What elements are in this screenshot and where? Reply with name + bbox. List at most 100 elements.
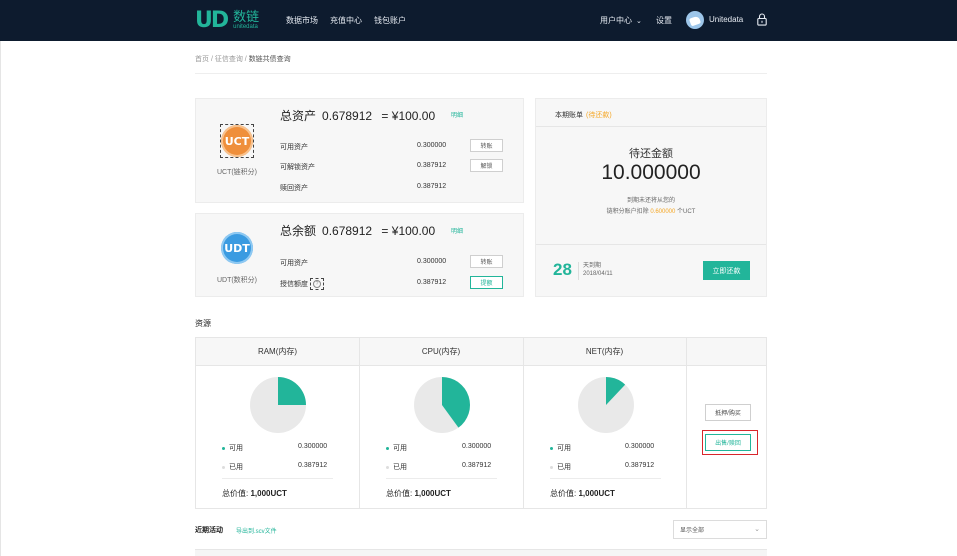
ram-used-value: 0.387912 [298, 462, 328, 469]
nav-recharge-center[interactable]: 充值中心 [330, 15, 362, 26]
ram-usage-pie [250, 377, 306, 433]
page-edge [0, 41, 1, 556]
bill-note-line1: 到期未还将从您的 [626, 198, 675, 204]
help-icon[interactable]: ? [310, 278, 324, 290]
user-center-menu[interactable]: 用户中心 ⌄ [600, 15, 642, 26]
filter-selected-value: 显示全部 [680, 528, 705, 534]
cpu-usage-pie [414, 377, 470, 433]
nav-wallet-account[interactable]: 钱包账户 [374, 15, 406, 26]
legend-dot-used [550, 465, 553, 469]
logo[interactable]: UD 数链 unitedata [195, 7, 259, 33]
divider [386, 478, 497, 479]
divider [686, 338, 687, 508]
net-available-label: 可用 [550, 443, 571, 453]
divider [222, 478, 333, 479]
net-total-value: 总价值: 1,000UCT [550, 489, 615, 498]
bill-note: 到期未还将从您的 链积分账户扣除 0.600000 个UCT [536, 196, 766, 218]
uct-coin-label: UCT(链积分) [216, 169, 258, 176]
breadcrumb: 首页 / 征信查询 / 数链共债查询 [195, 56, 291, 63]
udt-available-label: 可用资产 [280, 260, 308, 267]
user-center-label: 用户中心 [600, 16, 632, 25]
stake-buy-button[interactable]: 抵押/购买 [705, 404, 751, 421]
udt-total-amount: 0.678912 [322, 224, 373, 238]
export-csv-link[interactable]: 导出到.scv文件 [236, 526, 277, 535]
bill-note-suffix: 个UCT [677, 209, 696, 215]
column-header-ram: RAM(内存) [196, 338, 359, 366]
resources-section-title: 资源 [195, 319, 211, 328]
bill-title: 本期账单 [555, 112, 583, 119]
recent-activity-title: 近期活动 [195, 527, 223, 534]
legend-dot-available [222, 446, 225, 450]
divider [195, 73, 767, 74]
uct-available-label: 可用资产 [280, 144, 308, 151]
ram-total-value: 总价值: 1,000UCT [222, 489, 287, 498]
breadcrumb-current: 数链共债查询 [248, 56, 291, 63]
days-remaining: 28 [553, 260, 572, 279]
days-label: 天到期 [583, 263, 602, 269]
lock-icon[interactable] [757, 13, 767, 26]
sell-redeem-button[interactable]: 出售/赎回 [705, 434, 751, 451]
logo-mark: UD [195, 7, 229, 33]
bill-header: 本期账单 (待还款) [555, 110, 612, 120]
days-remaining-info: 天到期 2018/04/11 [583, 262, 613, 278]
legend-dot-available [386, 446, 389, 450]
udt-detail-link[interactable]: 明细 [451, 226, 463, 235]
uct-redeem-label: 赎回资产 [280, 185, 308, 192]
uct-total-amount: 0.678912 [322, 109, 373, 123]
activity-filter-select[interactable]: 显示全部 ⌄ [673, 520, 767, 539]
bill-note-amount: 0.600000 [650, 209, 676, 215]
bill-due-caption: 待还金额 [629, 148, 673, 160]
activity-table-header [195, 549, 767, 556]
cpu-available-value: 0.300000 [462, 443, 492, 450]
breadcrumb-home[interactable]: 首页 [195, 56, 209, 63]
uct-total-assets: 总资产 0.678912 = ¥100.00 [280, 107, 435, 124]
repay-now-button[interactable]: 立即还款 [703, 261, 750, 280]
column-header-actions [686, 338, 766, 366]
bill-note-prefix: 链积分账户扣除 [606, 209, 649, 215]
cpu-used-value: 0.387912 [462, 462, 492, 469]
divider [550, 478, 661, 479]
udt-credit-limit-value: 0.387912 [417, 279, 447, 286]
divider [578, 262, 579, 280]
raise-limit-button[interactable]: 提额 [470, 276, 503, 289]
udt-total-label: 总余额 [280, 224, 317, 238]
cpu-available-label: 可用 [386, 443, 407, 453]
ram-used-label: 已用 [222, 462, 243, 472]
udt-coin-label: UDT(数积分) [216, 277, 258, 284]
top-navbar: UD 数链 unitedata 数据市场 充值中心 钱包账户 用户中心 ⌄ 设置 … [0, 0, 957, 41]
udt-credit-limit-label: 授信额度? [280, 278, 324, 290]
chevron-down-icon: ⌄ [636, 18, 642, 25]
ram-available-value: 0.300000 [298, 443, 328, 450]
legend-dot-available [550, 446, 553, 450]
chevron-down-icon: ⌄ [754, 526, 760, 533]
avatar[interactable] [686, 11, 704, 29]
uct-coin-icon: UCT [221, 125, 253, 157]
uct-total-label: 总资产 [280, 109, 317, 123]
column-header-net: NET(内存) [523, 338, 686, 366]
divider [523, 338, 524, 508]
uct-unlockable-value: 0.387912 [417, 162, 447, 169]
net-used-value: 0.387912 [625, 462, 655, 469]
ram-available-label: 可用 [222, 443, 243, 453]
breadcrumb-credit-query[interactable]: 征信查询 [215, 56, 243, 63]
udt-transfer-button[interactable]: 转账 [470, 255, 503, 268]
pie-highlight-slice [278, 377, 306, 405]
udt-total-balance: 总余额 0.678912 = ¥100.00 [280, 222, 435, 239]
udt-coin-icon: UDT [221, 232, 253, 264]
username[interactable]: Unitedata [709, 15, 743, 24]
net-usage-pie [578, 377, 634, 433]
logo-subtext: unitedata [233, 24, 258, 30]
due-date: 2018/04/11 [583, 271, 613, 277]
uct-detail-link[interactable]: 明细 [451, 110, 463, 119]
net-used-label: 已用 [550, 462, 571, 472]
uct-available-value: 0.300000 [417, 142, 447, 149]
nav-data-market[interactable]: 数据市场 [286, 15, 318, 26]
net-available-value: 0.300000 [625, 443, 655, 450]
divider [536, 126, 766, 127]
uct-unlock-button[interactable]: 解锁 [470, 159, 503, 172]
nav-settings[interactable]: 设置 [656, 15, 672, 26]
column-header-cpu: CPU(内存) [359, 338, 523, 366]
legend-dot-used [222, 465, 225, 469]
cpu-total-value: 总价值: 1,000UCT [386, 489, 451, 498]
uct-transfer-button[interactable]: 转账 [470, 139, 503, 152]
